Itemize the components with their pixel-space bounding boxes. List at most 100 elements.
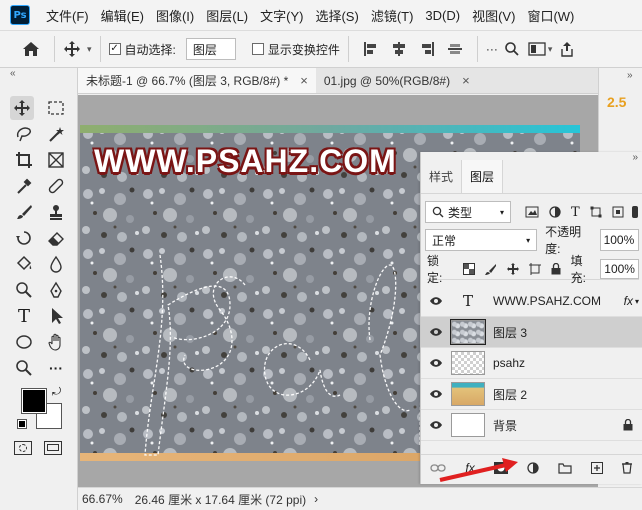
- lock-pixels-icon[interactable]: [484, 263, 497, 275]
- filter-smart-object-icon[interactable]: [612, 206, 624, 218]
- magic-wand-tool[interactable]: [44, 122, 68, 146]
- show-transform-checkbox[interactable]: [251, 43, 264, 55]
- marquee-tool[interactable]: [44, 96, 68, 120]
- blur-tool[interactable]: [44, 252, 68, 276]
- move-tool-icon[interactable]: [63, 40, 81, 58]
- menu-select[interactable]: 选择(S): [309, 6, 364, 25]
- brush-tool[interactable]: [12, 200, 36, 224]
- stamp-tool[interactable]: [44, 200, 68, 224]
- eye-icon[interactable]: [421, 420, 451, 430]
- lock-position-icon[interactable]: [506, 262, 519, 275]
- zoom-tool[interactable]: [12, 356, 36, 380]
- menu-file[interactable]: 文件(F): [40, 6, 95, 25]
- move-tool[interactable]: [10, 96, 34, 120]
- distribute-icon[interactable]: [447, 41, 463, 57]
- opacity-input[interactable]: 100%: [599, 229, 639, 251]
- collapse-panel-icon[interactable]: »: [627, 70, 633, 81]
- delete-layer-icon[interactable]: [621, 461, 633, 474]
- lasso-tool[interactable]: [12, 122, 36, 146]
- auto-select-value: 图层: [192, 42, 217, 57]
- tools-panel: « T ··· ⤾: [0, 68, 78, 510]
- auto-select-checkbox[interactable]: ✓: [108, 43, 121, 55]
- dodge-tool[interactable]: [12, 278, 36, 302]
- path-selection-tool[interactable]: [44, 304, 68, 328]
- layer-filter-dropdown[interactable]: 类型 ▾: [425, 201, 511, 223]
- tab-01-jpg[interactable]: 01.jpg @ 50%(RGB/8#) ×: [316, 68, 478, 93]
- pen-tool[interactable]: [44, 278, 68, 302]
- eye-icon[interactable]: [421, 389, 451, 399]
- align-center-icon[interactable]: [391, 41, 407, 57]
- chevron-down-icon[interactable]: ▾: [548, 44, 553, 55]
- menu-type[interactable]: 文字(Y): [254, 6, 309, 25]
- quick-mask-icon[interactable]: [14, 441, 32, 455]
- filter-adjustment-icon[interactable]: [549, 206, 561, 218]
- eyedropper-tool[interactable]: [12, 174, 36, 198]
- status-bar: 66.67% 26.46 厘米 x 17.64 厘米 (72 ppi) ›: [78, 487, 642, 510]
- screen-mode-icon[interactable]: [44, 441, 62, 455]
- swap-colors-icon[interactable]: ⤾: [52, 386, 61, 399]
- lock-transparent-icon[interactable]: [462, 262, 475, 275]
- menu-filter[interactable]: 滤镜(T): [365, 6, 420, 25]
- auto-select-dropdown[interactable]: 图层: [185, 38, 236, 60]
- right-strip-value[interactable]: 2.5: [607, 94, 626, 110]
- status-arrow-icon[interactable]: ›: [314, 492, 318, 506]
- close-icon[interactable]: ×: [300, 73, 308, 88]
- ellipse-tool[interactable]: [12, 330, 36, 354]
- home-icon[interactable]: [22, 41, 40, 57]
- lock-artboard-icon[interactable]: [528, 262, 541, 275]
- menu-edit[interactable]: 编辑(E): [95, 6, 150, 25]
- tab-untitled-1[interactable]: 未标题-1 @ 66.7% (图层 3, RGB/8#) * ×: [78, 68, 316, 93]
- history-brush-tool[interactable]: [12, 226, 36, 250]
- frame-tool[interactable]: [44, 148, 68, 172]
- type-tool[interactable]: T: [12, 304, 36, 328]
- more-options-icon[interactable]: ···: [486, 42, 498, 56]
- filter-shape-icon[interactable]: [590, 206, 602, 218]
- text-layer-icon: T: [462, 292, 473, 310]
- tab-layers[interactable]: 图层: [461, 160, 504, 193]
- layer-row-background[interactable]: 背景: [421, 410, 642, 441]
- menu-3d[interactable]: 3D(D): [419, 8, 466, 23]
- lock-icon[interactable]: [623, 419, 633, 431]
- align-right-icon[interactable]: [419, 41, 435, 57]
- chevron-down-icon[interactable]: ▾: [87, 44, 92, 55]
- zoom-level[interactable]: 66.67%: [82, 492, 123, 506]
- layer-name: 背景: [493, 418, 518, 433]
- filter-pixel-icon[interactable]: [525, 206, 539, 218]
- new-layer-icon[interactable]: [590, 461, 603, 474]
- eraser-tool[interactable]: [44, 226, 68, 250]
- filter-toggle[interactable]: [631, 206, 638, 218]
- layer-row-text[interactable]: T WWW.PSAHZ.COM fx ▾: [421, 286, 642, 317]
- lock-all-icon[interactable]: [551, 262, 561, 275]
- layer-row-layer-2[interactable]: 图层 2: [421, 379, 642, 410]
- more-tools-icon[interactable]: ···: [44, 356, 68, 380]
- eye-icon[interactable]: [421, 358, 451, 368]
- healing-brush-tool[interactable]: [44, 174, 68, 198]
- collapse-toolbar-icon[interactable]: «: [10, 68, 16, 79]
- new-group-icon[interactable]: [557, 462, 572, 474]
- layer-name: 图层 3: [493, 325, 528, 340]
- chevron-down-icon[interactable]: ▾: [635, 297, 639, 306]
- workspace-icon[interactable]: [528, 42, 546, 56]
- align-left-icon[interactable]: [363, 41, 379, 57]
- menu-image[interactable]: 图像(I): [150, 6, 200, 25]
- foreground-color-swatch[interactable]: [21, 388, 47, 414]
- crop-tool[interactable]: [12, 148, 36, 172]
- eye-icon[interactable]: [421, 327, 451, 337]
- paint-bucket-tool[interactable]: [12, 252, 36, 276]
- menu-layer[interactable]: 图层(L): [200, 6, 254, 25]
- close-icon[interactable]: ×: [462, 73, 470, 88]
- blend-mode-dropdown[interactable]: 正常 ▾: [425, 229, 538, 251]
- menu-view[interactable]: 视图(V): [466, 6, 521, 25]
- share-icon[interactable]: [560, 41, 574, 57]
- layer-row-layer-3[interactable]: 图层 3: [421, 317, 642, 348]
- search-icon[interactable]: [504, 41, 520, 57]
- layer-row-psahz[interactable]: psahz: [421, 348, 642, 379]
- default-colors-icon[interactable]: [17, 419, 27, 429]
- hand-tool[interactable]: [44, 330, 68, 354]
- filter-type-icon[interactable]: T: [571, 205, 580, 220]
- menu-window[interactable]: 窗口(W): [521, 6, 580, 25]
- tab-styles[interactable]: 样式: [421, 160, 461, 193]
- fill-input[interactable]: 100%: [600, 258, 639, 279]
- layer-effects-icon[interactable]: fx: [624, 294, 633, 308]
- eye-icon[interactable]: [421, 296, 451, 306]
